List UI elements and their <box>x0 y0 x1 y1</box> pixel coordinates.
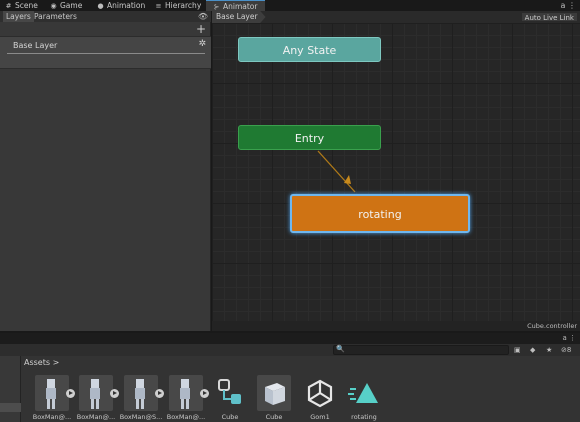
asset-item[interactable]: BoxMan@... <box>167 375 209 422</box>
controller-asset-name: Cube.controller <box>527 322 577 330</box>
animator-controller-icon <box>213 375 247 411</box>
kebab-menu-icon[interactable]: ⋮ <box>568 1 576 10</box>
project-tab-bar: a ⋮ <box>0 333 580 344</box>
layer-row-base[interactable]: Base Layer ✲ <box>0 36 211 69</box>
assets-breadcrumb[interactable]: Assets > <box>24 357 59 369</box>
play-icon[interactable] <box>155 389 164 398</box>
lock-icon[interactable]: a <box>561 1 566 10</box>
gear-icon[interactable]: ✲ <box>198 39 206 49</box>
tab-layers[interactable]: Layers <box>3 11 34 22</box>
play-icon[interactable] <box>200 389 209 398</box>
auto-live-link-button[interactable]: Auto Live Link <box>520 12 578 22</box>
project-toolbar: 🔍 ▣ ◆ ★ ⊘8 <box>0 344 580 356</box>
state-entry[interactable]: Entry <box>238 125 381 150</box>
animation-clip-icon <box>347 375 381 411</box>
tab-scene[interactable]: # Scene <box>4 0 38 11</box>
favorite-star-icon[interactable]: ★ <box>546 344 552 356</box>
hidden-packages-icon[interactable]: ⊘8 <box>561 344 571 356</box>
transition-layer <box>317 150 356 193</box>
breadcrumb[interactable]: Base Layer <box>212 11 266 23</box>
asset-item[interactable]: Cube <box>211 375 249 422</box>
tab-parameters[interactable]: Parameters <box>31 11 80 22</box>
model-icon <box>169 375 203 411</box>
project-folder-tree[interactable] <box>0 356 21 422</box>
asset-item[interactable]: BoxMan@S... <box>120 375 164 422</box>
model-icon <box>79 375 113 411</box>
asset-grid[interactable]: Assets > BoxMan@... BoxMan@... BoxMan@S.… <box>21 356 580 422</box>
model-icon <box>35 375 69 411</box>
layer-name: Base Layer <box>13 41 58 50</box>
unity-logo-icon <box>303 375 337 411</box>
asset-item[interactable]: rotating <box>345 375 383 422</box>
filter-by-type-icon[interactable]: ▣ <box>514 344 521 356</box>
window-menu[interactable]: a ⋮ <box>561 0 576 11</box>
filter-by-label-icon[interactable]: ◆ <box>530 344 535 356</box>
graph-header: Base Layer Auto Live Link <box>212 11 580 23</box>
state-any-state[interactable]: Any State <box>238 37 381 62</box>
lock-icon[interactable]: a <box>562 334 566 342</box>
asset-item[interactable]: Cube <box>255 375 293 422</box>
add-layer-button[interactable]: + <box>196 22 206 36</box>
cube-icon <box>257 375 291 411</box>
state-rotating[interactable]: rotating <box>290 194 470 233</box>
transition-entry-to-rotating[interactable] <box>317 150 356 193</box>
eye-icon[interactable]: 👁 <box>198 11 208 22</box>
play-icon[interactable] <box>66 389 75 398</box>
asset-item[interactable]: Gom1 <box>301 375 339 422</box>
tab-game[interactable]: ◉ Game <box>49 0 82 11</box>
transition-arrow-head <box>344 175 351 184</box>
folder-tree-selection[interactable] <box>0 403 21 412</box>
model-icon <box>124 375 158 411</box>
kebab-menu-icon[interactable]: ⋮ <box>569 334 576 342</box>
project-window-menu[interactable]: a ⋮ <box>562 333 576 344</box>
tab-animation[interactable]: ● Animation <box>96 0 145 11</box>
layer-weight-slider[interactable] <box>7 53 205 54</box>
layers-panel-tabs: Layers Parameters 👁 <box>0 11 211 22</box>
asset-item[interactable]: BoxMan@... <box>77 375 119 422</box>
graph-footer: Cube.controller <box>212 321 580 331</box>
asset-item[interactable]: BoxMan@... <box>33 375 75 422</box>
layer-toolbar: + <box>0 22 211 36</box>
state-machine-graph[interactable]: Any State Entry rotating <box>212 23 580 321</box>
search-icon: 🔍 <box>336 345 345 353</box>
tab-animator[interactable]: ⊱ Animator <box>206 0 266 11</box>
search-input[interactable]: 🔍 <box>333 345 509 355</box>
layers-panel: Layers Parameters 👁 + Base Layer ✲ <box>0 11 211 331</box>
play-icon[interactable] <box>110 389 119 398</box>
tab-hierarchy[interactable]: ≡ Hierarchy <box>154 0 202 11</box>
window-tab-bar: # Scene ◉ Game ● Animation ≡ Hierarchy ⊱ Anim… <box>0 0 580 11</box>
